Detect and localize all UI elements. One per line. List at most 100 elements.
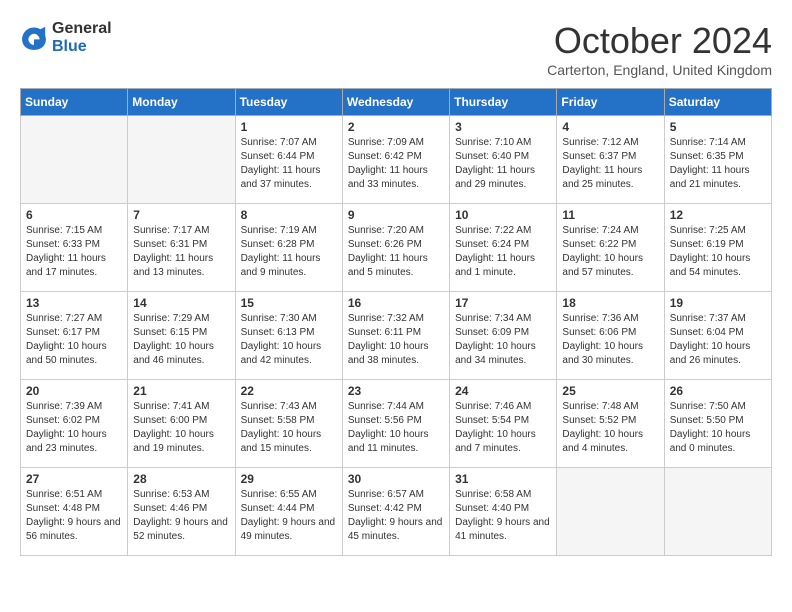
day-info: Sunrise: 7:46 AM Sunset: 5:54 PM Dayligh… [455,400,551,456]
calendar-cell [664,468,771,556]
week-row-3: 13 Sunrise: 7:27 AM Sunset: 6:17 PM Dayli… [21,292,772,380]
logo-general: General [52,20,112,38]
day-info: Sunrise: 7:48 AM Sunset: 5:52 PM Dayligh… [562,400,658,456]
day-info: Sunrise: 7:37 AM Sunset: 6:04 PM Dayligh… [670,312,766,368]
day-info: Sunrise: 7:07 AM Sunset: 6:44 PM Dayligh… [241,136,337,192]
day-number: 12 [670,208,766,222]
week-row-4: 20Sunrise: 7:39 AM Sunset: 6:02 PM Dayli… [21,380,772,468]
calendar-cell: 16Sunrise: 7:32 AM Sunset: 6:11 PM Dayli… [342,292,449,380]
calendar-cell: 10 Sunrise: 7:22 AM Sunset: 6:24 PM Dayli… [450,204,557,292]
calendar-cell: 19 Sunrise: 7:37 AM Sunset: 6:04 PM Dayli… [664,292,771,380]
calendar-cell: 8Sunrise: 7:19 AM Sunset: 6:28 PM Daylig… [235,204,342,292]
day-info: Sunrise: 7:30 AM Sunset: 6:13 PM Dayligh… [241,312,337,368]
header-saturday: Saturday [664,89,771,116]
day-info: Sunrise: 7:24 AM Sunset: 6:22 PM Dayligh… [562,224,658,280]
location-subtitle: Carterton, England, United Kingdom [547,62,772,78]
day-info: Sunrise: 7:20 AM Sunset: 6:26 PM Dayligh… [348,224,444,280]
day-number: 27 [26,472,122,486]
day-info: Sunrise: 7:14 AM Sunset: 6:35 PM Dayligh… [670,136,766,192]
logo-blue: Blue [52,38,112,56]
calendar-cell: 26 Sunrise: 7:50 AM Sunset: 5:50 PM Dayli… [664,380,771,468]
day-number: 5 [670,120,766,134]
day-number: 14 [133,296,229,310]
day-info: Sunrise: 7:44 AM Sunset: 5:56 PM Dayligh… [348,400,444,456]
calendar-cell: 5 Sunrise: 7:14 AM Sunset: 6:35 PM Daylig… [664,116,771,204]
day-number: 7 [133,208,229,222]
calendar-cell [557,468,664,556]
calendar-cell: 13 Sunrise: 7:27 AM Sunset: 6:17 PM Dayli… [21,292,128,380]
day-info: Sunrise: 6:53 AM Sunset: 4:46 PM Dayligh… [133,488,229,544]
day-info: Sunrise: 7:17 AM Sunset: 6:31 PM Dayligh… [133,224,229,280]
calendar-cell: 6Sunrise: 7:15 AM Sunset: 6:33 PM Daylig… [21,204,128,292]
day-number: 2 [348,120,444,134]
day-number: 19 [670,296,766,310]
day-info: Sunrise: 7:29 AM Sunset: 6:15 PM Dayligh… [133,312,229,368]
calendar-cell: 23 Sunrise: 7:44 AM Sunset: 5:56 PM Dayli… [342,380,449,468]
day-number: 8 [241,208,337,222]
header-friday: Friday [557,89,664,116]
calendar-cell: 11Sunrise: 7:24 AM Sunset: 6:22 PM Dayli… [557,204,664,292]
day-number: 29 [241,472,337,486]
day-number: 10 [455,208,551,222]
day-info: Sunrise: 7:15 AM Sunset: 6:33 PM Dayligh… [26,224,122,280]
day-number: 26 [670,384,766,398]
calendar-cell: 29 Sunrise: 6:55 AM Sunset: 4:44 PM Dayli… [235,468,342,556]
day-info: Sunrise: 7:12 AM Sunset: 6:37 PM Dayligh… [562,136,658,192]
calendar-cell: 17Sunrise: 7:34 AM Sunset: 6:09 PM Dayli… [450,292,557,380]
header-wednesday: Wednesday [342,89,449,116]
day-number: 3 [455,120,551,134]
calendar-cell [128,116,235,204]
calendar-cell: 27 Sunrise: 6:51 AM Sunset: 4:48 PM Dayli… [21,468,128,556]
week-row-2: 6Sunrise: 7:15 AM Sunset: 6:33 PM Daylig… [21,204,772,292]
day-info: Sunrise: 6:58 AM Sunset: 4:40 PM Dayligh… [455,488,551,544]
calendar-cell: 1 Sunrise: 7:07 AM Sunset: 6:44 PM Daylig… [235,116,342,204]
day-info: Sunrise: 6:55 AM Sunset: 4:44 PM Dayligh… [241,488,337,544]
day-number: 28 [133,472,229,486]
day-info: Sunrise: 7:27 AM Sunset: 6:17 PM Dayligh… [26,312,122,368]
day-info: Sunrise: 6:51 AM Sunset: 4:48 PM Dayligh… [26,488,122,544]
header-sunday: Sunday [21,89,128,116]
day-info: Sunrise: 7:43 AM Sunset: 5:58 PM Dayligh… [241,400,337,456]
header-thursday: Thursday [450,89,557,116]
week-row-1: 1 Sunrise: 7:07 AM Sunset: 6:44 PM Daylig… [21,116,772,204]
logo: General Blue [20,20,112,55]
day-info: Sunrise: 7:36 AM Sunset: 6:06 PM Dayligh… [562,312,658,368]
day-info: Sunrise: 7:39 AM Sunset: 6:02 PM Dayligh… [26,400,122,456]
calendar-cell: 12 Sunrise: 7:25 AM Sunset: 6:19 PM Dayli… [664,204,771,292]
day-info: Sunrise: 7:22 AM Sunset: 6:24 PM Dayligh… [455,224,551,280]
day-number: 16 [348,296,444,310]
calendar-cell: 28 Sunrise: 6:53 AM Sunset: 4:46 PM Dayli… [128,468,235,556]
page-header: General Blue October 2024 Carterton, Eng… [20,20,772,78]
day-number: 23 [348,384,444,398]
day-number: 1 [241,120,337,134]
calendar-cell: 2 Sunrise: 7:09 AM Sunset: 6:42 PM Daylig… [342,116,449,204]
day-info: Sunrise: 7:25 AM Sunset: 6:19 PM Dayligh… [670,224,766,280]
title-section: October 2024 Carterton, England, United … [547,20,772,78]
day-number: 30 [348,472,444,486]
calendar-cell: 22 Sunrise: 7:43 AM Sunset: 5:58 PM Dayli… [235,380,342,468]
calendar-cell: 9 Sunrise: 7:20 AM Sunset: 6:26 PM Daylig… [342,204,449,292]
calendar-cell: 7 Sunrise: 7:17 AM Sunset: 6:31 PM Daylig… [128,204,235,292]
day-number: 24 [455,384,551,398]
calendar-cell: 4 Sunrise: 7:12 AM Sunset: 6:37 PM Daylig… [557,116,664,204]
day-number: 13 [26,296,122,310]
day-info: Sunrise: 7:09 AM Sunset: 6:42 PM Dayligh… [348,136,444,192]
calendar-cell: 20Sunrise: 7:39 AM Sunset: 6:02 PM Dayli… [21,380,128,468]
calendar-table: SundayMondayTuesdayWednesdayThursdayFrid… [20,88,772,556]
calendar-cell: 18 Sunrise: 7:36 AM Sunset: 6:06 PM Dayli… [557,292,664,380]
day-info: Sunrise: 7:50 AM Sunset: 5:50 PM Dayligh… [670,400,766,456]
calendar-cell: 30Sunrise: 6:57 AM Sunset: 4:42 PM Dayli… [342,468,449,556]
day-number: 4 [562,120,658,134]
day-number: 22 [241,384,337,398]
day-info: Sunrise: 7:41 AM Sunset: 6:00 PM Dayligh… [133,400,229,456]
day-number: 9 [348,208,444,222]
logo-icon [20,24,48,52]
calendar-cell: 24 Sunrise: 7:46 AM Sunset: 5:54 PM Dayli… [450,380,557,468]
logo-text: General Blue [52,20,112,55]
day-number: 17 [455,296,551,310]
calendar-cell: 25Sunrise: 7:48 AM Sunset: 5:52 PM Dayli… [557,380,664,468]
day-number: 18 [562,296,658,310]
week-row-5: 27 Sunrise: 6:51 AM Sunset: 4:48 PM Dayli… [21,468,772,556]
calendar-cell: 3Sunrise: 7:10 AM Sunset: 6:40 PM Daylig… [450,116,557,204]
header-monday: Monday [128,89,235,116]
